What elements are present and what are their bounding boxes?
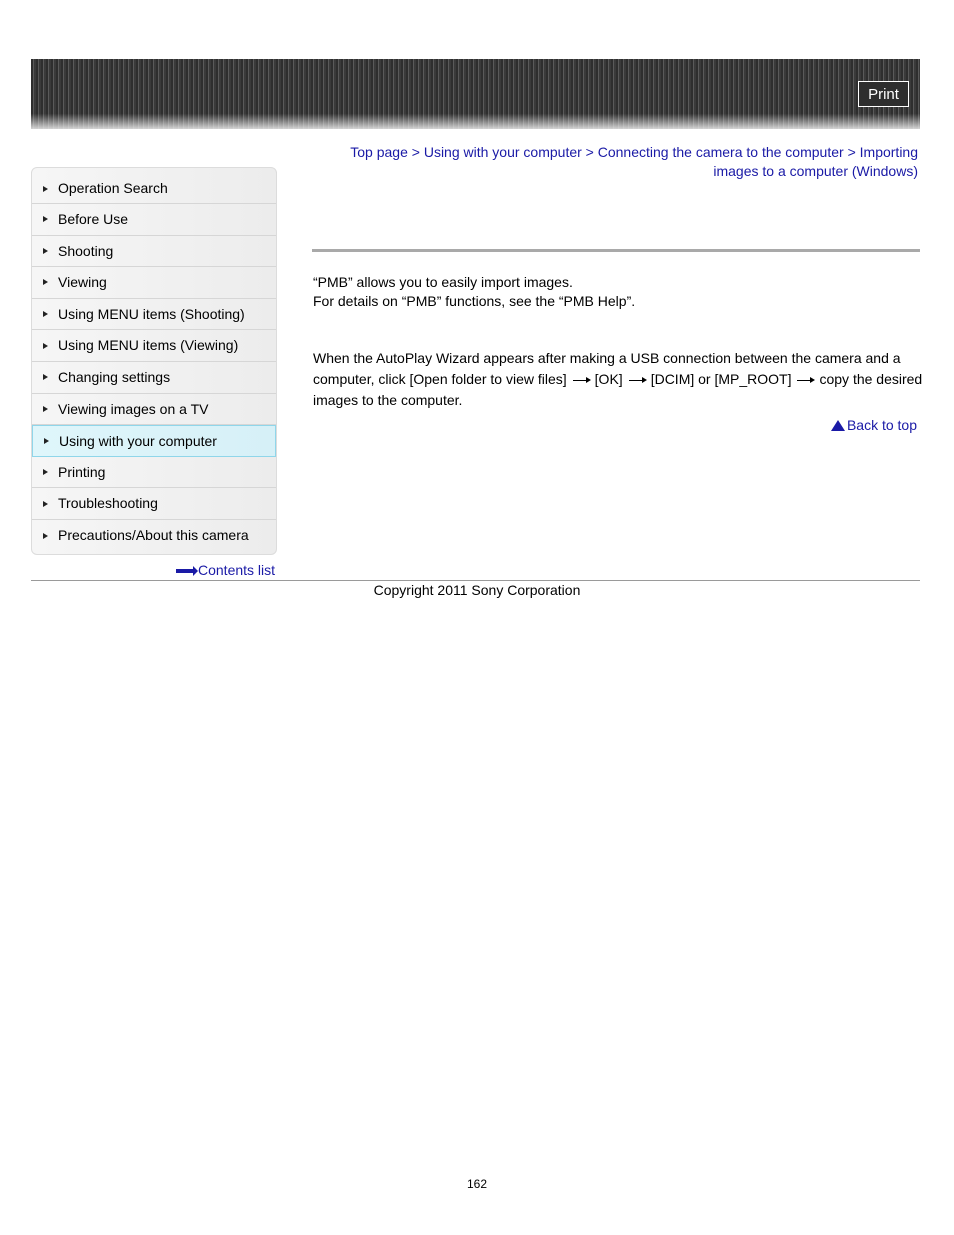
sidebar-item-label: Viewing images on a TV: [58, 400, 209, 417]
sidebar-item-label: Viewing: [58, 274, 107, 291]
intro-line: “PMB” allows you to easily import images…: [313, 274, 573, 290]
sidebar-item-precautions[interactable]: Precautions/About this camera: [32, 520, 276, 552]
sidebar-item-label: Before Use: [58, 211, 129, 227]
sidebar-item-label: Changing settings: [58, 368, 171, 385]
contents-list-link[interactable]: Contents list: [176, 562, 275, 578]
contents-list-label: Contents list: [198, 562, 276, 578]
sidebar-item-menu-viewing[interactable]: Using MENU items (Viewing): [32, 330, 276, 362]
footer-divider: [31, 580, 920, 581]
intro-line: For details on “PMB” functions, see the …: [313, 293, 636, 309]
sidebar-item-printing[interactable]: Printing: [32, 457, 276, 489]
breadcrumb-separator: >: [847, 144, 856, 160]
breadcrumb-using-with-computer[interactable]: Using with your computer: [424, 144, 582, 160]
caret-right-icon: [43, 185, 48, 192]
caret-right-icon: [43, 532, 48, 539]
sidebar-item-menu-shooting[interactable]: Using MENU items (Shooting): [32, 299, 276, 331]
caret-right-icon: [43, 405, 48, 412]
arrow-right-icon: [628, 376, 647, 383]
back-to-top-label: Back to top: [846, 417, 917, 433]
sidebar-item-label: Using MENU items (Shooting): [58, 305, 245, 322]
sidebar-item-label: Using MENU items (Viewing): [58, 337, 239, 354]
caret-right-icon: [43, 374, 48, 381]
sidebar-item-viewing-tv[interactable]: Viewing images on a TV: [32, 394, 276, 426]
sidebar-item-label: Operation Search: [58, 180, 168, 196]
sidebar-item-changing-settings[interactable]: Changing settings: [32, 362, 276, 394]
page-number: 162: [466, 1177, 488, 1191]
breadcrumb: Top page > Using with your computer > Co…: [320, 143, 918, 181]
caret-right-icon: [44, 437, 49, 444]
caret-right-icon: [43, 311, 48, 318]
caret-right-icon: [43, 469, 48, 476]
procedure-text: When the AutoPlay Wizard appears after m…: [313, 348, 923, 411]
sidebar-item-label: Precautions/About this camera: [58, 526, 249, 543]
back-to-top-link[interactable]: Back to top: [830, 417, 917, 433]
breadcrumb-separator: >: [411, 144, 420, 160]
sidebar-item-before-use[interactable]: Before Use: [32, 204, 276, 236]
intro-text: “PMB” allows you to easily import images…: [313, 273, 920, 311]
breadcrumb-connecting-camera[interactable]: Connecting the camera to the computer: [598, 144, 844, 160]
copyright-text: Copyright 2011 Sony Corporation: [373, 582, 581, 598]
step-text: [DCIM] or [MP_ROOT]: [650, 371, 792, 387]
sidebar-item-shooting[interactable]: Shooting: [32, 236, 276, 268]
caret-right-icon: [43, 279, 48, 286]
step-text: [OK]: [594, 371, 623, 387]
sidebar-item-using-computer[interactable]: Using with your computer: [32, 425, 276, 457]
sidebar-item-operation-search[interactable]: Operation Search: [32, 168, 276, 204]
arrow-right-icon: [572, 376, 591, 383]
triangle-up-icon: [830, 420, 845, 431]
sidebar-nav: Operation Search Before Use Shooting Vie…: [31, 167, 277, 555]
sidebar-item-label: Shooting: [58, 242, 114, 259]
caret-right-icon: [43, 500, 48, 507]
caret-right-icon: [43, 247, 48, 254]
caret-right-icon: [43, 216, 48, 223]
title-divider: [312, 249, 920, 252]
sidebar-item-viewing[interactable]: Viewing: [32, 267, 276, 299]
sidebar-item-label: Using with your computer: [59, 433, 217, 450]
breadcrumb-separator: >: [585, 144, 594, 160]
header-banner: Print: [31, 59, 920, 129]
sidebar-item-label: Troubleshooting: [58, 495, 158, 512]
sidebar-item-troubleshooting[interactable]: Troubleshooting: [32, 488, 276, 520]
arrow-right-icon: [176, 566, 198, 577]
caret-right-icon: [43, 342, 48, 349]
sidebar-item-label: Printing: [58, 463, 106, 480]
breadcrumb-top-page[interactable]: Top page: [350, 144, 408, 160]
print-button[interactable]: Print: [858, 81, 909, 107]
arrow-right-icon: [797, 376, 816, 383]
